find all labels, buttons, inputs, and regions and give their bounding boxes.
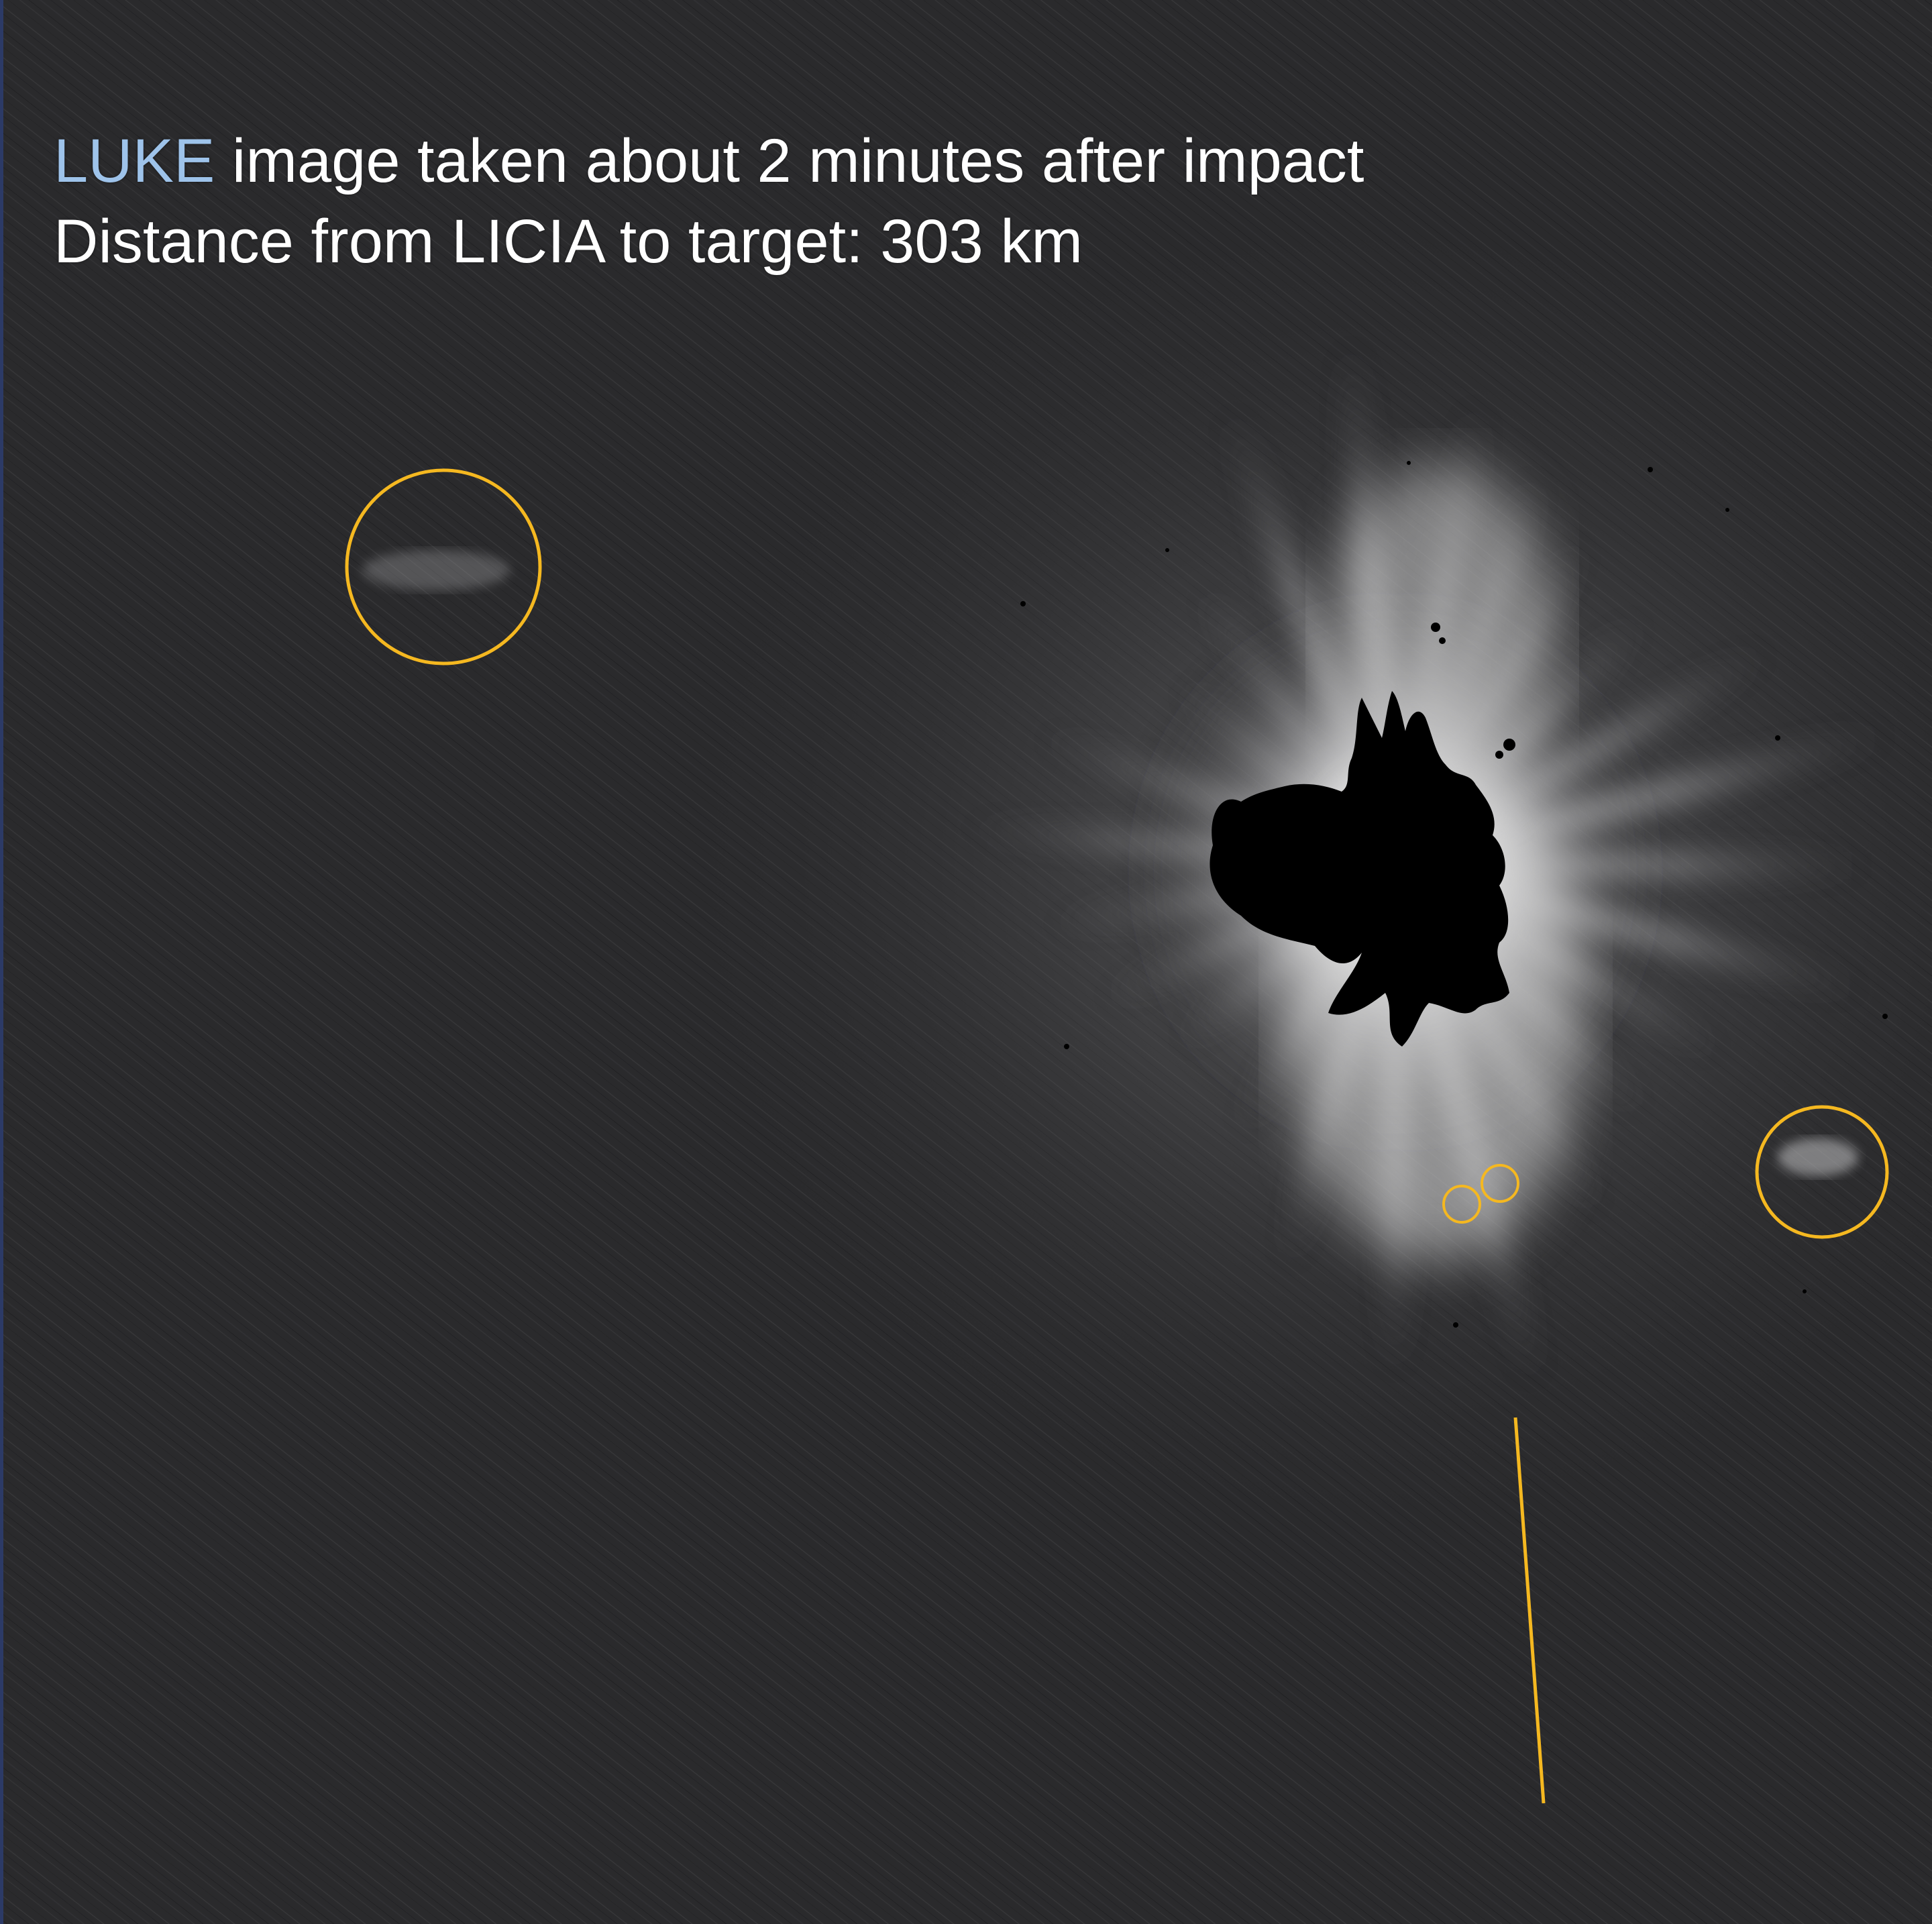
impact-scene	[0, 0, 1932, 1924]
luke-image: LUKE image taken about 2 minutes after i…	[0, 0, 1932, 1924]
image-caption: LUKE image taken about 2 minutes after i…	[54, 121, 1364, 282]
caption-line-1: LUKE image taken about 2 minutes after i…	[54, 121, 1364, 201]
caption-line-2: Distance from LICIA to target: 303 km	[54, 207, 1083, 276]
debris-patch-right	[1778, 1138, 1858, 1176]
left-border	[0, 0, 3, 1924]
caption-line-1-text: image taken about 2 minutes after impact	[215, 127, 1364, 195]
debris-patch-left	[362, 550, 510, 590]
instrument-name: LUKE	[54, 127, 215, 195]
